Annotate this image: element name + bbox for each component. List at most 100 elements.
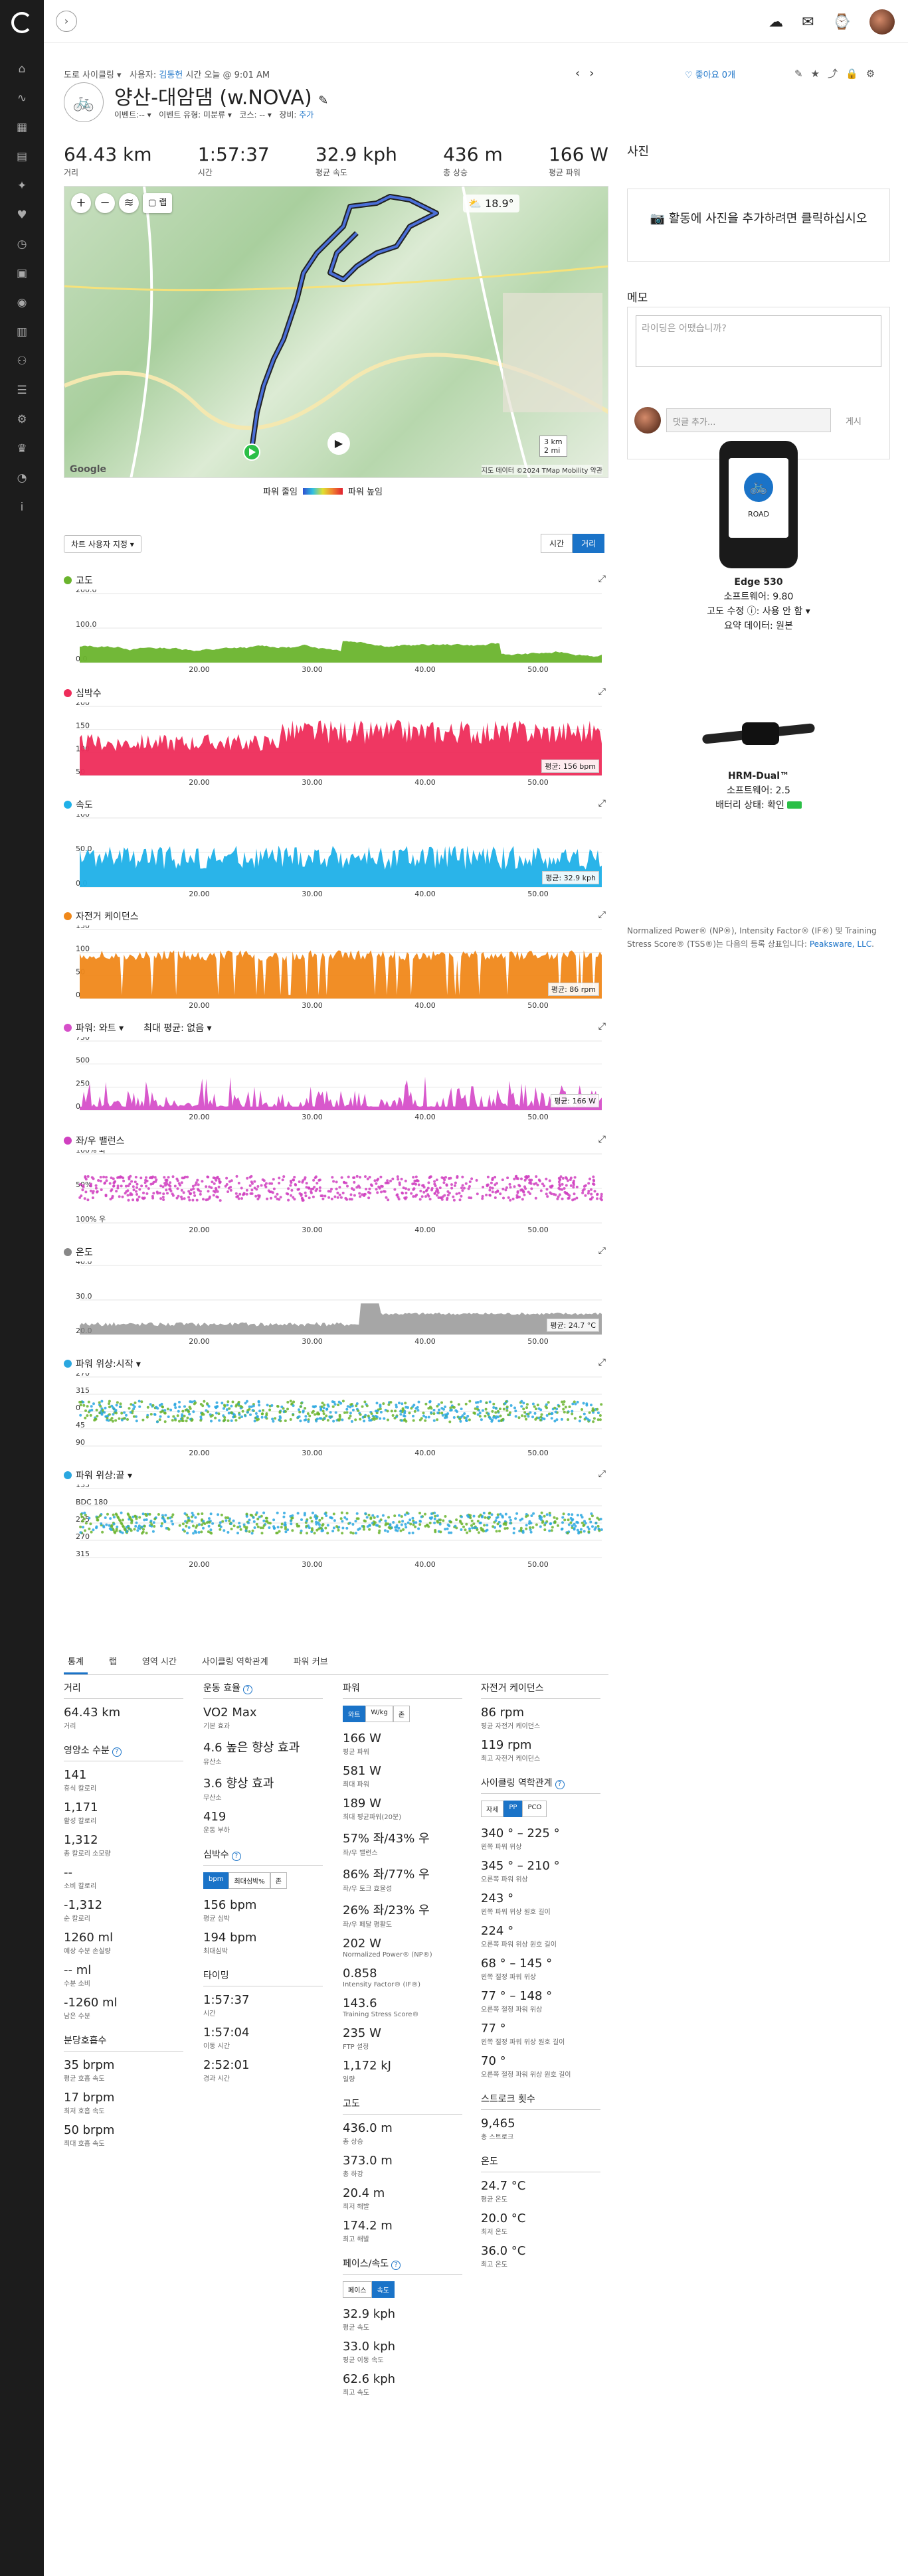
share-icon[interactable]: ⤴ [828, 68, 846, 80]
insights-icon[interactable]: ▥ [14, 324, 30, 340]
help-icon[interactable]: ? [112, 1747, 122, 1757]
chart-title[interactable]: 고도 [64, 574, 93, 587]
health-icon[interactable]: ♥ [14, 207, 30, 223]
help-icon[interactable]: ? [242, 1685, 252, 1694]
segment-option[interactable]: bpm [203, 1872, 229, 1889]
scatter-point [468, 1196, 471, 1199]
devices-icon[interactable]: ◔ [14, 470, 30, 486]
lock-icon[interactable]: 🔒 [846, 68, 866, 80]
zoom-out-button[interactable]: − [95, 193, 115, 213]
calendar-icon[interactable]: ▦ [14, 120, 30, 135]
expand-nav-button[interactable]: › [56, 11, 77, 32]
expand-chart-icon[interactable]: ⤢ [598, 1469, 606, 1479]
segment-option[interactable]: 속도 [371, 2281, 395, 2298]
scatter-point [598, 1414, 602, 1417]
expand-chart-icon[interactable]: ⤢ [598, 1357, 606, 1368]
chart-title[interactable]: 파워 위상:시작 ▾ [64, 1357, 141, 1370]
scatter-point [383, 1417, 386, 1420]
add-gear-link[interactable]: 추가 [299, 110, 314, 120]
chart-title[interactable]: 좌/우 밸런스 [64, 1134, 125, 1147]
edit-icon[interactable]: ✎ [794, 68, 811, 80]
segment-option[interactable]: 와트 [343, 1706, 366, 1722]
segment-option[interactable]: 자세 [481, 1801, 504, 1817]
segment-option[interactable]: 최대심박% [228, 1872, 270, 1889]
expand-chart-icon[interactable]: ⤢ [598, 798, 606, 809]
peaksware-link[interactable]: Peaksware, LLC [810, 939, 871, 949]
comment-post-button[interactable]: 게시 [846, 414, 862, 427]
comment-input[interactable]: 댓글 추가... [666, 408, 831, 432]
zoom-in-button[interactable]: + [71, 193, 91, 213]
help-icon[interactable]: ? [391, 2261, 401, 2270]
segment-option[interactable]: PP [503, 1801, 523, 1817]
info-icon[interactable]: ⅰ [14, 499, 30, 515]
user-avatar[interactable] [869, 9, 895, 35]
laps-toggle[interactable]: ▢ 랩 [143, 193, 173, 213]
inbox-icon[interactable]: ✉ [802, 14, 814, 31]
stats-icon[interactable]: ◷ [14, 236, 30, 252]
edit-title-icon[interactable]: ✎ [318, 94, 328, 108]
location-icon[interactable]: ◉ [14, 295, 30, 311]
expand-chart-icon[interactable]: ⤢ [598, 1021, 606, 1032]
expand-chart-icon[interactable]: ⤢ [598, 1246, 606, 1256]
tab-2[interactable]: 영역 시간 [138, 1649, 181, 1674]
memo-input[interactable]: 라이딩은 어땠습니까? [636, 315, 881, 367]
gear-icon[interactable]: ⚙ [866, 68, 883, 80]
chart-title[interactable]: 속도 [64, 798, 93, 811]
layers-icon[interactable]: ≋ [119, 193, 139, 213]
help-icon[interactable]: ? [555, 1780, 565, 1789]
chart-max-avg-dropdown[interactable]: 최대 평균: 없음 ▾ [143, 1023, 211, 1034]
stat-label: 평균 이동 속도 [343, 2357, 384, 2364]
segment-option[interactable]: 존 [393, 1706, 410, 1722]
toggle-time[interactable]: 시간 [541, 534, 573, 553]
star-icon[interactable]: ★ [811, 68, 828, 80]
gear-icon[interactable]: ⚙ [14, 412, 30, 428]
course-dropdown[interactable]: 코스: -- ▾ [239, 110, 271, 120]
expand-chart-icon[interactable]: ⤢ [598, 910, 606, 920]
expand-chart-icon[interactable]: ⤢ [598, 1134, 606, 1145]
watch-icon[interactable]: ⌚ [833, 14, 851, 31]
event-dropdown[interactable]: 이벤트:-- ▾ [114, 110, 151, 120]
expand-chart-icon[interactable]: ⤢ [598, 686, 606, 697]
trophy-icon[interactable]: ♛ [14, 441, 30, 457]
scatter-point [84, 1529, 86, 1532]
training-icon[interactable]: ✦ [14, 178, 30, 194]
segment-option[interactable]: PCO [522, 1801, 547, 1817]
garmin-connect-logo-icon[interactable] [11, 12, 33, 33]
scatter-point [201, 1512, 204, 1515]
scatter-point [531, 1415, 534, 1419]
chart-title[interactable]: 파워 위상:끝 ▾ [64, 1469, 132, 1482]
tab-1[interactable]: 랩 [105, 1649, 121, 1674]
segment-option[interactable]: 페이스 [343, 2281, 372, 2298]
badge-icon[interactable]: ▣ [14, 266, 30, 282]
groups-icon[interactable]: ☰ [14, 382, 30, 398]
reports-icon[interactable]: ▤ [14, 149, 30, 165]
activity-icon[interactable]: ∿ [14, 90, 30, 106]
home-icon[interactable]: ⌂ [14, 61, 30, 77]
toggle-distance[interactable]: 거리 [573, 534, 605, 553]
expand-chart-icon[interactable]: ⤢ [598, 574, 606, 584]
map-play-button[interactable]: ▶ [327, 432, 350, 455]
user-link[interactable]: 김동헌 [159, 70, 183, 80]
chart-title[interactable]: 심박수 [64, 686, 102, 700]
activity-type-dropdown[interactable]: 도로 사이클링 ▾ [64, 70, 122, 80]
help-icon[interactable]: ? [231, 1852, 241, 1861]
chart-title[interactable]: 파워: 와트 ▾ 최대 평균: 없음 ▾ [64, 1021, 212, 1034]
chart-customize-dropdown[interactable]: 차트 사용자 지정 ▾ [64, 535, 141, 553]
tab-3[interactable]: 사이클링 역학관계 [198, 1649, 272, 1674]
activity-title[interactable]: 양산-대암댐 (w.NOVA) ✎ [114, 81, 328, 110]
segment-option[interactable]: 존 [270, 1872, 287, 1889]
connections-icon[interactable]: ⚇ [14, 353, 30, 369]
next-activity-button[interactable]: › [589, 66, 603, 80]
add-photos-button[interactable]: 📷 활동에 사진을 추가하려면 클릭하십시오 [627, 189, 890, 262]
event-type-dropdown[interactable]: 이벤트 유형: 미분류 ▾ [159, 110, 232, 120]
device1-elevation-correction[interactable]: 고도 수정 ⓘ: 사용 안 함 ▾ [627, 604, 890, 619]
prev-activity-button[interactable]: ‹ [575, 66, 589, 80]
route-map[interactable]: + − ≋ ▢ 랩 ⛅ 18.9° ▶ 3 km 2 mi Google 지도 데… [64, 186, 608, 478]
segment-option[interactable]: W/kg [365, 1706, 393, 1722]
chart-title[interactable]: 자전거 케이던스 [64, 910, 139, 923]
like-button[interactable]: ♡ 좋아요 0개 [685, 68, 735, 80]
tab-0[interactable]: 통계 [64, 1649, 88, 1674]
chart-title[interactable]: 온도 [64, 1246, 93, 1259]
upload-icon[interactable]: ☁ [769, 14, 783, 31]
tab-4[interactable]: 파워 커브 [290, 1649, 332, 1674]
